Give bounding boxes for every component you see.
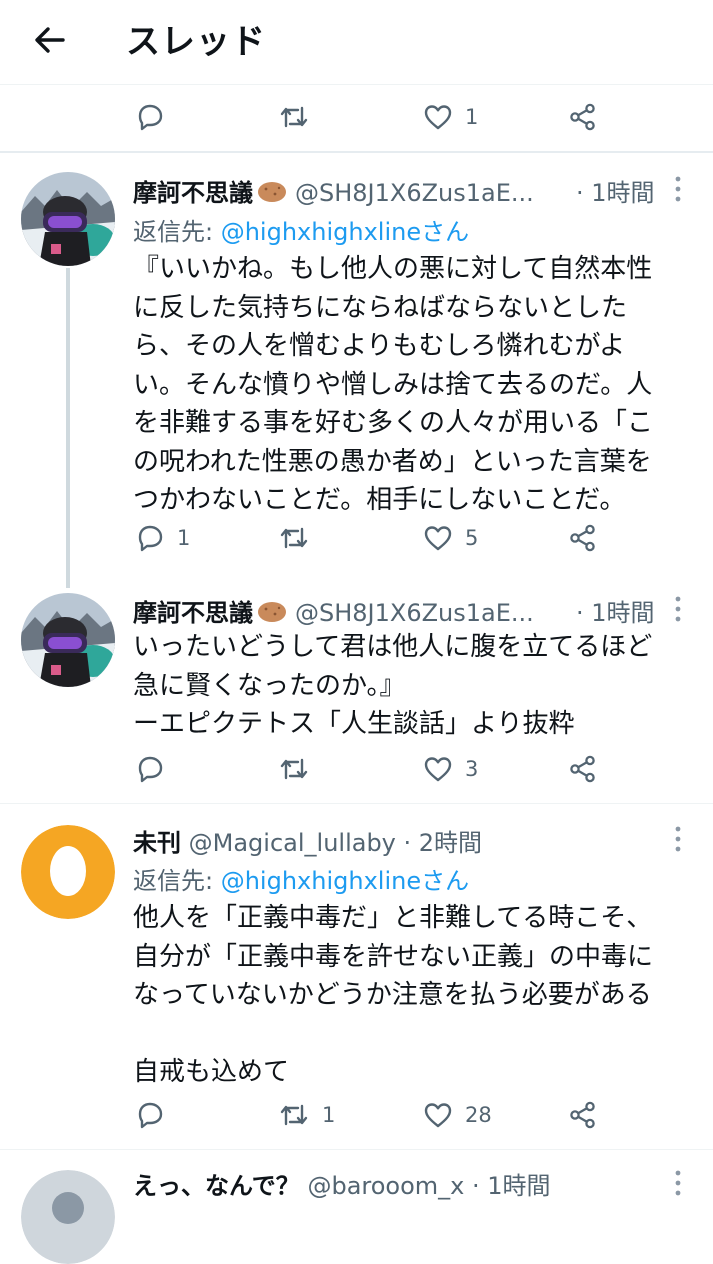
tweet-time: · 1時間 bbox=[472, 1172, 551, 1200]
retweet-button[interactable] bbox=[278, 518, 310, 558]
reply-prefix: 返信先: bbox=[133, 218, 221, 246]
reply-icon bbox=[138, 525, 163, 552]
heart-icon bbox=[424, 105, 452, 130]
reply-button[interactable] bbox=[135, 1095, 165, 1135]
retweet-button[interactable]: 1 bbox=[278, 1095, 335, 1135]
like-button[interactable]: 1 bbox=[423, 97, 478, 137]
page-title: スレッド bbox=[126, 22, 266, 62]
reply-to-link[interactable]: @highxhighxlineさん bbox=[221, 867, 469, 895]
avatar-photo bbox=[21, 593, 115, 687]
more-options-icon[interactable] bbox=[672, 824, 684, 854]
share-button[interactable] bbox=[568, 749, 598, 789]
retweet-icon bbox=[280, 1104, 308, 1126]
tweet-actions: 1 28 bbox=[0, 1095, 713, 1135]
retweet-count: 1 bbox=[322, 1103, 336, 1127]
avatar-photo bbox=[21, 172, 115, 266]
like-count: 28 bbox=[465, 1103, 492, 1127]
avatar-default bbox=[21, 1170, 115, 1264]
author-name[interactable]: 未刊 bbox=[133, 829, 181, 857]
tweet-header: 摩訶不思議 @SH8J1X6Zus1aE... bbox=[133, 173, 534, 208]
reply-button[interactable] bbox=[135, 97, 165, 137]
tweet-text: 『いいかね。もし他人の悪に対して自然本性 に反した気持ちにならねばならないとした… bbox=[133, 254, 654, 515]
back-arrow-icon[interactable] bbox=[30, 20, 70, 60]
divider bbox=[0, 151, 713, 153]
reply-button[interactable]: 1 bbox=[135, 518, 190, 558]
reply-icon bbox=[138, 104, 163, 131]
retweet-icon bbox=[280, 527, 308, 549]
author-name[interactable]: 摩訶不思議 bbox=[133, 179, 253, 207]
divider bbox=[0, 1149, 713, 1150]
reply-prefix: 返信先: bbox=[133, 867, 221, 895]
retweet-button[interactable] bbox=[278, 749, 310, 789]
share-button[interactable] bbox=[568, 1095, 598, 1135]
avatar[interactable] bbox=[21, 172, 115, 266]
reply-to-link[interactable]: @highxhighxlineさん bbox=[221, 218, 469, 246]
avatar[interactable] bbox=[21, 593, 115, 687]
more-options-icon[interactable] bbox=[672, 174, 684, 204]
like-button[interactable]: 5 bbox=[423, 518, 478, 558]
share-icon bbox=[570, 103, 595, 131]
tweet-text: いったいどうして君は他人に腹を立てるほど 急に賢くなったのか。』 ーエピクテトス… bbox=[133, 632, 653, 739]
tweet-header: 摩訶不思議 @SH8J1X6Zus1aE... bbox=[133, 593, 534, 628]
tweet-text: 他人を「正義中毒だ」と非難してる時こそ、 自分が「正義中毒を許せない正義」の中毒… bbox=[133, 903, 654, 1087]
reply-icon bbox=[138, 1102, 163, 1129]
share-icon bbox=[570, 755, 595, 783]
reply-button[interactable] bbox=[135, 749, 165, 789]
author-name[interactable]: えっ、なんで？ bbox=[133, 1172, 300, 1200]
tweet-header: えっ、なんで？ @barooom_x · 1時間 bbox=[133, 1166, 551, 1201]
tweet-header: 未刊 @Magical_lullaby · 2時間 bbox=[133, 823, 482, 858]
share-button[interactable] bbox=[568, 97, 598, 137]
potato-emoji-icon bbox=[257, 601, 287, 623]
heart-icon bbox=[424, 526, 452, 551]
author-name[interactable]: 摩訶不思議 bbox=[133, 599, 253, 627]
author-handle: @SH8J1X6Zus1aE... bbox=[295, 179, 534, 207]
share-icon bbox=[570, 1101, 595, 1129]
avatar-default bbox=[21, 825, 115, 919]
reply-icon bbox=[138, 756, 163, 783]
author-handle: @SH8J1X6Zus1aE... bbox=[295, 599, 534, 627]
author-handle: @Magical_lullaby bbox=[188, 829, 396, 857]
potato-emoji-icon bbox=[257, 181, 287, 203]
more-options-icon[interactable] bbox=[672, 1168, 684, 1198]
heart-icon bbox=[424, 757, 452, 782]
retweet-button[interactable] bbox=[278, 97, 310, 137]
divider bbox=[0, 803, 713, 804]
tweet-time: · 2時間 bbox=[403, 829, 483, 857]
retweet-icon bbox=[280, 758, 308, 780]
tweet-actions-top: 1 bbox=[0, 97, 713, 137]
retweet-icon bbox=[280, 106, 308, 128]
reply-to-line: 返信先: @highxhighxlineさん bbox=[133, 861, 469, 896]
reply-to-line: 返信先: @highxhighxlineさん bbox=[133, 212, 469, 247]
top-bar: スレッド bbox=[0, 0, 713, 85]
more-options-icon[interactable] bbox=[672, 594, 684, 624]
tweet-actions: 3 bbox=[0, 749, 713, 789]
share-button[interactable] bbox=[568, 518, 598, 558]
like-button[interactable]: 3 bbox=[423, 749, 478, 789]
tweet-time: · 1時間 bbox=[576, 179, 655, 207]
reply-count: 1 bbox=[177, 526, 191, 550]
tweet-actions: 1 5 bbox=[0, 518, 713, 558]
author-handle: @barooom_x bbox=[307, 1172, 465, 1200]
avatar[interactable] bbox=[21, 825, 115, 919]
share-icon bbox=[570, 524, 595, 552]
like-count: 5 bbox=[465, 526, 479, 550]
like-count: 3 bbox=[465, 757, 479, 781]
tweet-time: · 1時間 bbox=[576, 599, 655, 627]
like-button[interactable]: 28 bbox=[423, 1095, 492, 1135]
heart-icon bbox=[424, 1103, 452, 1128]
avatar[interactable] bbox=[21, 1170, 115, 1264]
like-count: 1 bbox=[465, 105, 479, 129]
